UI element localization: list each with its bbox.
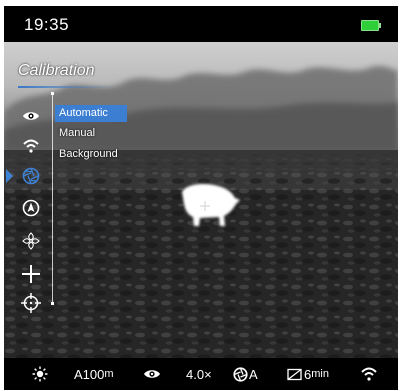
active-item-pointer <box>6 169 13 183</box>
sun-icon <box>32 358 48 390</box>
status-bar: 19:35 <box>4 6 398 42</box>
title-underline <box>18 86 114 88</box>
divider-dot-top <box>51 92 54 95</box>
display-off-icon <box>287 368 302 380</box>
timer-unit: min <box>311 368 329 380</box>
distance-unit: m <box>104 368 114 380</box>
sensor-icon[interactable] <box>21 231 41 251</box>
menu-title: Calibration <box>18 62 95 79</box>
zoom-readout: 4.0× <box>186 366 212 382</box>
timer-value: 6 <box>304 366 312 382</box>
compass-icon[interactable] <box>21 198 41 218</box>
option-background[interactable]: Background <box>55 146 122 163</box>
wifi-icon[interactable] <box>21 136 41 156</box>
distance-value: A100 <box>74 366 105 382</box>
battery-icon <box>361 20 381 31</box>
calibration-mode: A <box>249 366 258 382</box>
eye-icon <box>143 358 161 390</box>
divider-dot-bottom <box>51 302 54 305</box>
option-manual[interactable]: Manual <box>55 125 99 142</box>
aperture-icon <box>233 366 248 382</box>
aperture-icon[interactable] <box>21 166 41 186</box>
thermal-view <box>4 42 398 358</box>
bottom-status-bar: A100 m 4.0× A 6 min <box>4 358 398 390</box>
calibration-status: A <box>233 358 258 390</box>
display-off-timer: 6 min <box>287 358 329 390</box>
crosshair-icon[interactable] <box>21 264 41 284</box>
distance-readout: A100 m <box>74 358 114 390</box>
clock: 19:35 <box>24 15 70 34</box>
wifi-icon <box>360 358 378 390</box>
target-icon[interactable] <box>21 293 41 313</box>
eye-icon[interactable] <box>21 106 41 126</box>
menu-divider <box>52 94 53 304</box>
option-automatic[interactable]: Automatic <box>55 105 127 122</box>
thermal-device-screen: 19:35 Calibration Automatic Manual Backg… <box>4 6 398 390</box>
